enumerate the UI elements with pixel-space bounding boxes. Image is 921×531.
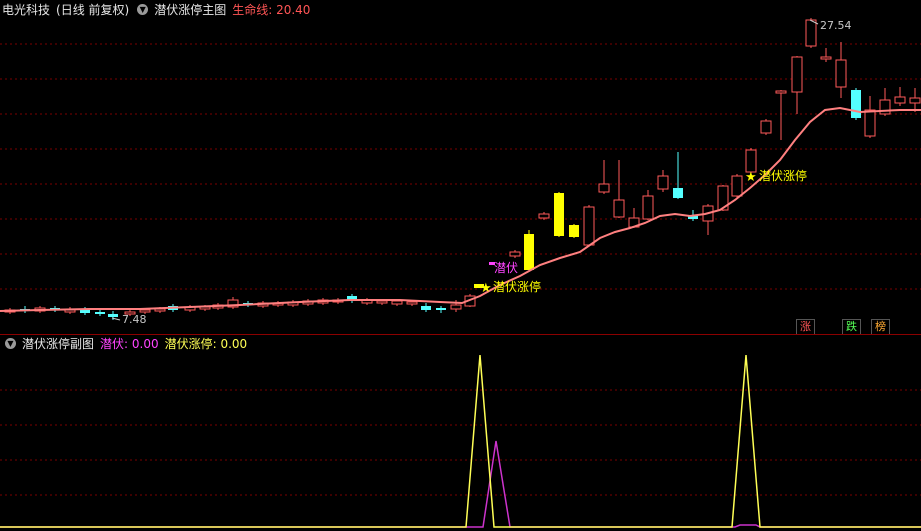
main-chart-canvas: ★ ★ 潜伏 潜伏涨停 潜伏涨停 27.54 7.48 (0, 18, 921, 326)
candle-body (569, 225, 579, 237)
tag-rank[interactable]: 榜 (871, 319, 890, 335)
stock-name[interactable]: 电光科技 (2, 3, 50, 17)
candle-body (139, 309, 151, 313)
star-icon: ★ (745, 170, 757, 185)
sub-grid (0, 389, 921, 496)
candle-body (731, 175, 743, 197)
candle-body (95, 312, 105, 314)
candle-body (745, 149, 757, 173)
candle-body (450, 304, 462, 310)
life-line (0, 106, 921, 312)
candle-body (805, 19, 817, 47)
candle-body (613, 199, 625, 218)
qianfu-value: 潜伏: 0.00 (100, 337, 159, 351)
candle-body (894, 96, 906, 104)
candle-body (509, 251, 521, 257)
candle-body (835, 59, 847, 88)
sub-chart-panel[interactable]: ▼ 潜伏涨停副图 潜伏: 0.00 潜伏涨停: 0.00 (0, 335, 921, 531)
signal-markers: ★ ★ 潜伏 潜伏涨停 潜伏涨停 (474, 168, 807, 296)
candle-body (406, 301, 418, 305)
sub-chart-canvas (0, 354, 921, 528)
candle-body (538, 213, 550, 219)
main-indicator-name[interactable]: 潜伏涨停主图 (154, 3, 226, 17)
candle-body (80, 310, 90, 313)
life-line-value: 生命线: 20.40 (232, 3, 311, 17)
signal-qianfu: 潜伏 (494, 261, 518, 275)
price-annotations: 27.54 7.48 (111, 19, 852, 326)
candle-body (642, 195, 654, 220)
sub-indicator-name[interactable]: 潜伏涨停副图 (22, 337, 94, 351)
main-chart-panel[interactable]: ★ ★ 潜伏 潜伏涨停 潜伏涨停 27.54 7.48 电光科技 (日线 前复权)… (0, 0, 921, 335)
candle-body (673, 188, 683, 198)
signal-zhangting-2: 潜伏涨停 (759, 168, 807, 183)
candle-body (909, 97, 921, 104)
candle-body (791, 56, 803, 93)
chevron-down-icon[interactable]: ▼ (5, 338, 16, 349)
candle-body (108, 314, 118, 317)
candle-body (554, 193, 564, 236)
qianfu-line (0, 440, 921, 528)
low-price-label: 7.48 (122, 313, 147, 326)
zhangting-line (0, 354, 921, 528)
chevron-down-icon[interactable]: ▼ (137, 4, 149, 15)
main-grid (0, 43, 921, 290)
candle-body (598, 183, 610, 193)
candle-body (583, 206, 595, 246)
candle-body (524, 234, 534, 270)
candle-body (391, 300, 403, 305)
candle-body (657, 175, 669, 190)
candle-body (376, 300, 388, 304)
tag-down[interactable]: 跌 (842, 319, 861, 335)
sub-header: ▼ 潜伏涨停副图 潜伏: 0.00 潜伏涨停: 0.00 (2, 336, 253, 352)
candle-body (775, 90, 787, 94)
period-label[interactable]: (日线 前复权) (56, 3, 129, 17)
main-header: 电光科技 (日线 前复权) ▼ 潜伏涨停主图 生命线: 20.40 (2, 2, 316, 18)
tag-up[interactable]: 涨 (796, 319, 815, 335)
star-icon: ★ (480, 281, 492, 296)
candle-body (864, 109, 876, 137)
high-price-label: 27.54 (820, 19, 852, 32)
candle-body (851, 90, 861, 118)
signal-zhangting-1: 潜伏涨停 (493, 279, 541, 294)
zhangting-value: 潜伏涨停: 0.00 (164, 337, 248, 351)
candle-body (820, 56, 832, 60)
candle-body (760, 120, 772, 134)
candle-body (436, 308, 446, 310)
candle-body (421, 306, 431, 310)
